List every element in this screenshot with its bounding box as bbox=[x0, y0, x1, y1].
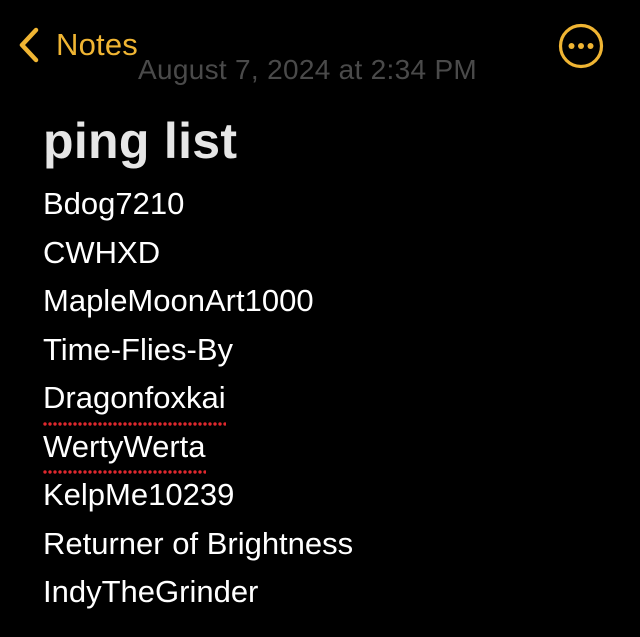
note-line-text: KelpMe10239 bbox=[43, 477, 235, 512]
note-line[interactable]: Returner of Brightness bbox=[43, 520, 623, 569]
note-line-text: Returner of Brightness bbox=[43, 525, 354, 561]
note-line[interactable]: Dragonfoxkai bbox=[43, 374, 623, 426]
note-line[interactable]: MapleMoonArt1000 bbox=[43, 277, 623, 326]
note-lines: Bdog7210 CWHXD MapleMoonArt1000 Time-Flies-… bbox=[43, 180, 623, 617]
note-line-text: Bdog7210 bbox=[43, 186, 185, 221]
navigation-bar: Notes August 7, 2024 at 2:34 PM bbox=[0, 0, 640, 100]
note-line-text: Dragonfoxkai bbox=[43, 374, 226, 426]
note-line[interactable]: CWHXD bbox=[43, 229, 623, 278]
chevron-left-icon bbox=[19, 27, 39, 63]
note-line[interactable]: Bdog7210 bbox=[43, 180, 623, 229]
note-body[interactable]: ping list Bdog7210 CWHXD MapleMoonArt1000 T… bbox=[43, 112, 623, 617]
note-line[interactable]: IndyTheGrinder bbox=[43, 568, 623, 617]
back-button-label: Notes bbox=[56, 27, 138, 62]
note-line-text: MapleMoonArt1000 bbox=[43, 283, 314, 318]
note-line-text: Time-Flies-By bbox=[43, 331, 234, 367]
notes-screen: { "header": { "back_label": "Notes", "ti… bbox=[0, 0, 640, 637]
more-options-button[interactable] bbox=[557, 22, 605, 70]
note-line[interactable]: WertyWerta bbox=[43, 423, 623, 474]
note-line[interactable]: KelpMe10239 bbox=[43, 471, 623, 520]
note-line-text: IndyTheGrinder bbox=[43, 574, 259, 609]
note-title[interactable]: ping list bbox=[43, 112, 623, 170]
ellipsis-circle-icon bbox=[558, 23, 604, 69]
note-line-text: WertyWerta bbox=[43, 423, 206, 474]
note-line[interactable]: Time-Flies-By bbox=[43, 326, 623, 375]
note-line-text: CWHXD bbox=[43, 234, 161, 270]
back-button[interactable]: Notes bbox=[16, 22, 138, 68]
note-timestamp: August 7, 2024 at 2:34 PM bbox=[138, 54, 478, 85]
